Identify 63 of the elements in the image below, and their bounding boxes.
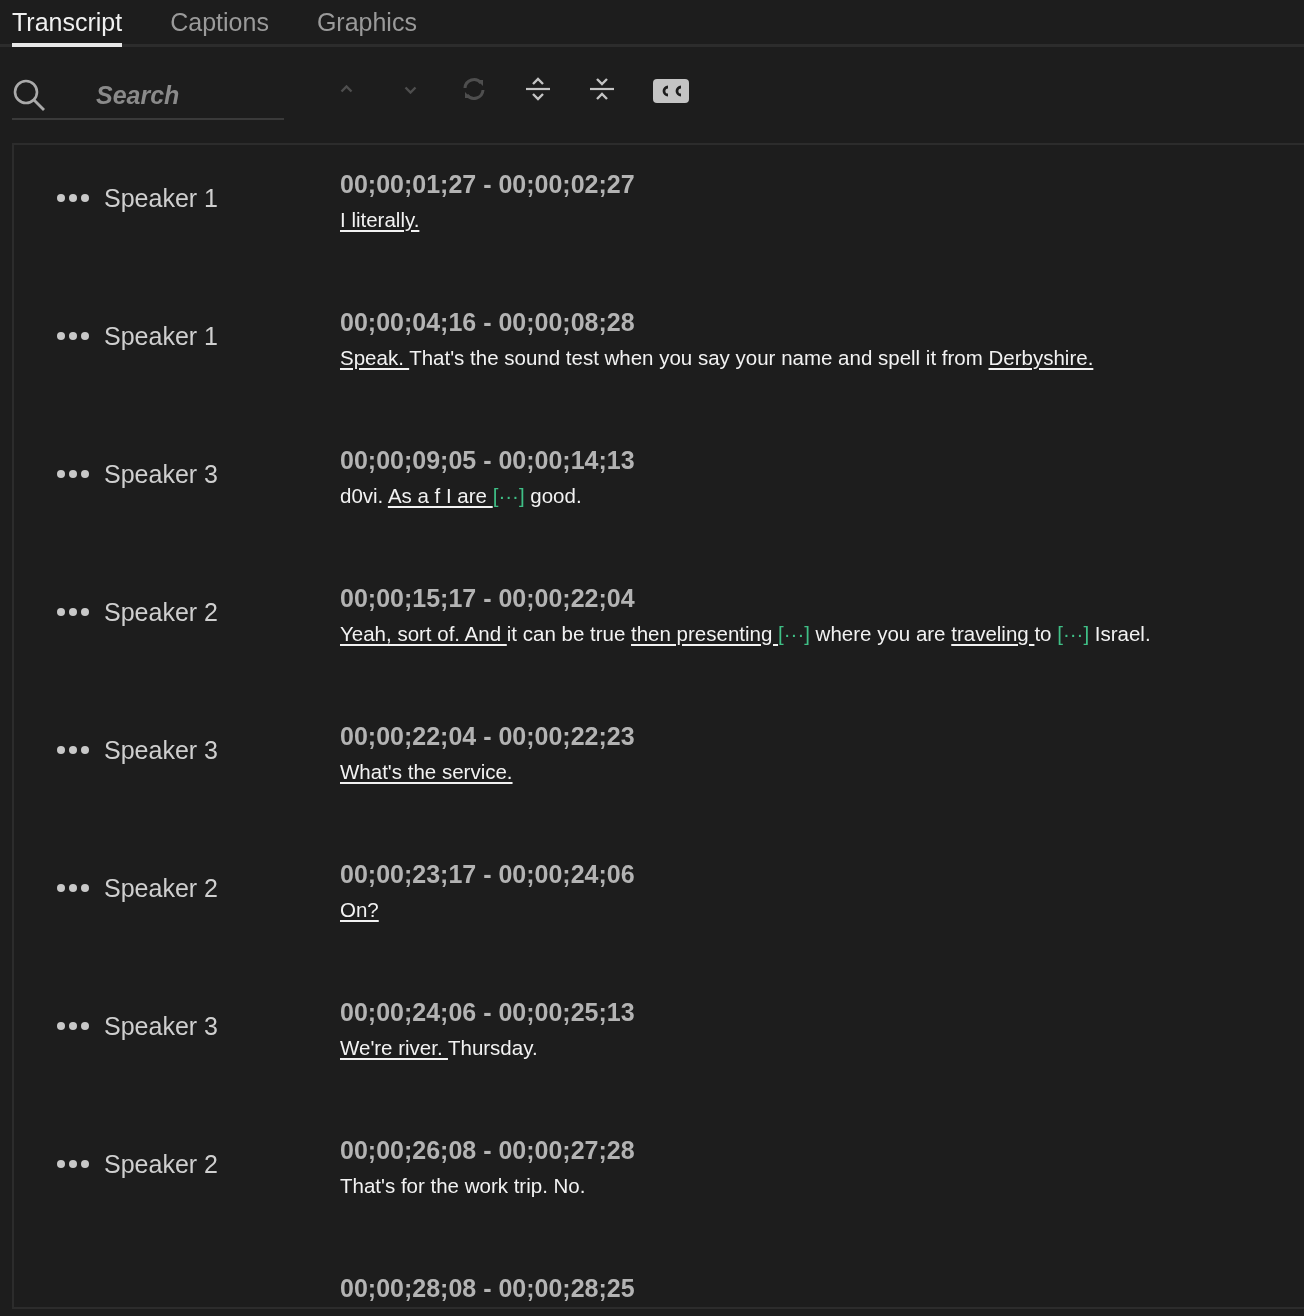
more-icon <box>56 469 90 479</box>
more-button[interactable] <box>56 607 90 617</box>
transcript-phrase: traveling <box>951 622 1030 645</box>
expand-icon <box>524 75 552 103</box>
transcript-phrase: As a f I are <box>387 484 488 507</box>
transcript-phrase: where you are <box>814 622 947 645</box>
more-button[interactable] <box>56 1021 90 1031</box>
speaker-name[interactable]: Speaker 1 <box>104 321 218 351</box>
speaker-name[interactable]: Speaker 2 <box>104 597 218 627</box>
timecode: 00;00;04;16 - 00;00;08;28 <box>340 307 636 338</box>
more-button[interactable] <box>56 331 90 341</box>
search-field[interactable]: Search <box>96 80 246 110</box>
tab[interactable]: Transcript <box>12 0 123 47</box>
timecode: 00;00;22;04 - 00;00;22;23 <box>340 721 635 752</box>
more-icon <box>56 883 90 893</box>
more-icon <box>56 331 90 341</box>
timecode: 00;00;24;06 - 00;00;25;13 <box>340 997 635 1028</box>
chevron-up-icon <box>339 84 353 94</box>
timecode: 00;00;01;27 - 00;00;02;27 <box>340 169 635 200</box>
tab[interactable]: Captions <box>170 0 269 47</box>
timecode: 00;00;09;05 - 00;00;14;13 <box>340 445 635 476</box>
more-button[interactable] <box>56 469 90 479</box>
more-button[interactable] <box>56 193 90 203</box>
more-icon <box>56 607 90 617</box>
transcript-phrase: What's the service. <box>340 760 513 783</box>
more-button[interactable] <box>56 883 90 893</box>
more-button[interactable] <box>56 745 90 755</box>
more-button[interactable] <box>56 1159 90 1169</box>
timecode: 00;00;26;08 - 00;00;27;28 <box>340 1135 635 1166</box>
speaker-name[interactable]: Speaker 1 <box>104 183 218 213</box>
chevron-down-icon <box>403 84 417 94</box>
speaker-name[interactable]: Speaker 3 <box>104 1011 218 1041</box>
transcript-phrase: That's for the work trip. No. <box>340 1174 586 1197</box>
transcript-phrase: That's the sound test when you say your name and spell it from <box>409 346 984 369</box>
speaker-name[interactable]: Speaker 3 <box>104 459 218 489</box>
transcript-phrase: then presenting <box>631 622 774 645</box>
more-icon <box>56 1159 90 1169</box>
speaker-name[interactable]: Speaker 2 <box>104 873 218 903</box>
tab[interactable]: Graphics <box>316 0 417 47</box>
transcript-phrase: Yeah, sort of. And <box>340 622 503 645</box>
search-icon <box>12 78 46 112</box>
transcript-phrase: We're river. <box>340 1036 444 1059</box>
gap-marker: [···] <box>778 622 810 645</box>
more-icon <box>56 1021 90 1031</box>
speaker-name[interactable]: Speaker 3 <box>104 735 218 765</box>
gap-marker: [···] <box>1057 622 1090 645</box>
transcript-phrase: Speak. <box>340 346 405 369</box>
more-icon <box>56 745 90 755</box>
speaker-name[interactable]: Speaker 2 <box>104 1149 218 1179</box>
transcript-phrase: d0vi. <box>340 484 385 507</box>
timecode: 00;00;15;17 - 00;00;22;04 <box>340 583 636 614</box>
transcript-phrase: it can be true <box>506 622 627 645</box>
transcript-phrase: to <box>1034 622 1053 645</box>
timecode: 00;00;28;08 - 00;00;28;25 <box>340 1273 635 1304</box>
transcript-phrase: Thursday. <box>447 1036 538 1059</box>
transcript-phrase: Israel. <box>1093 622 1151 645</box>
gap-marker: [···] <box>492 484 525 507</box>
transcript-phrase: good. <box>529 484 582 507</box>
transcript-phrase: On? <box>340 898 379 921</box>
more-icon <box>56 193 90 203</box>
transcript-phrase: I literally. <box>340 208 420 231</box>
timecode: 00;00;23;17 - 00;00;24;06 <box>340 859 635 890</box>
transcript-phrase: Derbyshire. <box>988 346 1094 369</box>
